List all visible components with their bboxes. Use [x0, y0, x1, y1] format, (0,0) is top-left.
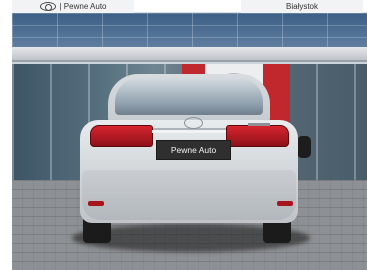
- model-badge: [248, 123, 270, 126]
- chrome-strip: [152, 130, 226, 133]
- left-reflector: [88, 201, 104, 206]
- car: Pewne Auto: [12, 12, 367, 270]
- dealer-name: | Pewne Auto: [59, 2, 107, 11]
- listing-photo[interactable]: Pewne Auto: [12, 12, 367, 270]
- plate-text: Pewne Auto: [170, 145, 217, 155]
- side-mirror: [297, 136, 311, 158]
- right-reflector: [277, 201, 293, 206]
- location-name: Białystok: [285, 2, 318, 11]
- left-tail-light: [90, 125, 153, 147]
- rear-window: [115, 78, 263, 115]
- dealer-sign: | Pewne Auto: [12, 0, 134, 13]
- toyota-emblem-icon: [184, 117, 203, 129]
- rear-bumper: [82, 170, 296, 220]
- license-plate: Pewne Auto: [156, 140, 231, 160]
- location-sign: Białystok: [241, 0, 363, 13]
- right-tail-light: [226, 125, 289, 147]
- toyota-logo-icon: [39, 2, 56, 11]
